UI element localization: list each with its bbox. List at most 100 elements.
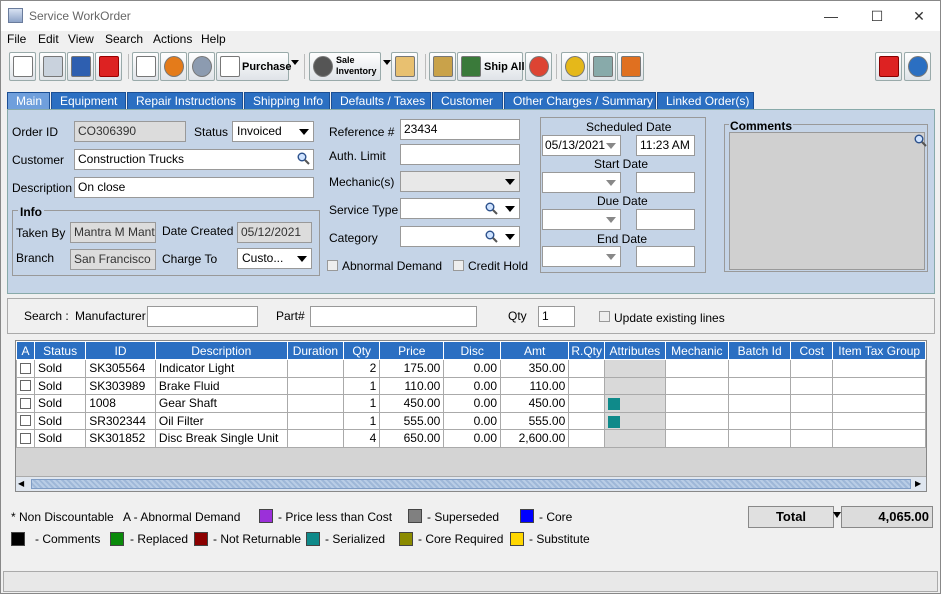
cell-duration[interactable] xyxy=(286,376,345,395)
cell-attr[interactable] xyxy=(604,376,666,395)
cell-mechanic[interactable] xyxy=(664,376,730,395)
ship-all-button[interactable]: Ship All xyxy=(457,52,525,81)
cell-batch[interactable] xyxy=(728,376,792,395)
sale-inventory-dropdown-arrow[interactable] xyxy=(383,60,391,65)
due-time-field[interactable] xyxy=(636,209,695,230)
print-button[interactable] xyxy=(39,52,66,81)
cell-batch[interactable] xyxy=(728,359,792,378)
help-button[interactable] xyxy=(904,52,931,81)
col-status[interactable]: Status xyxy=(33,341,87,360)
table-row[interactable]: Sold SR302344 Oil Filter 1 555.00 0.00 555.00 xyxy=(16,411,926,430)
cell-attr[interactable] xyxy=(604,429,666,448)
description-field[interactable]: On close xyxy=(74,177,314,198)
tab-shipping-info[interactable]: Shipping Info xyxy=(244,92,330,109)
cell-cost[interactable] xyxy=(790,359,834,378)
col-description[interactable]: Description xyxy=(154,341,288,360)
cell-status[interactable]: Sold xyxy=(33,429,87,448)
cell-attr[interactable] xyxy=(604,394,666,413)
charge-to-dropdown[interactable]: Custo... xyxy=(237,248,312,269)
cell-taxgroup[interactable] xyxy=(832,411,926,430)
cell-price[interactable]: 650.00 xyxy=(379,429,445,448)
cell-rqty[interactable] xyxy=(568,376,606,395)
menu-actions[interactable]: Actions xyxy=(153,32,192,46)
cell-rqty[interactable] xyxy=(568,411,606,430)
cell-id[interactable]: 1008 xyxy=(85,394,156,413)
cell-mechanic[interactable] xyxy=(664,394,730,413)
cell-status[interactable]: Sold xyxy=(33,359,87,378)
close-button[interactable]: ✕ xyxy=(896,1,941,31)
tab-other-charges-summary[interactable]: Other Charges / Summary xyxy=(504,92,656,109)
mechanics-dropdown[interactable] xyxy=(400,171,520,192)
row-checkbox[interactable] xyxy=(20,397,31,409)
credit-hold-checkbox[interactable] xyxy=(453,260,464,271)
tab-customer[interactable]: Customer xyxy=(432,92,503,109)
end-date-field[interactable] xyxy=(542,246,621,267)
total-dropdown-arrow[interactable] xyxy=(833,512,841,518)
search-icon[interactable] xyxy=(914,134,927,147)
cell-disc[interactable]: 0.00 xyxy=(443,359,501,378)
cell-qty[interactable]: 4 xyxy=(343,429,381,448)
cell-mechanic[interactable] xyxy=(664,411,730,430)
cell-cost[interactable] xyxy=(790,429,834,448)
end-time-field[interactable] xyxy=(636,246,695,267)
cell-duration[interactable] xyxy=(286,429,345,448)
scroll-left-icon[interactable]: ◀ xyxy=(18,479,28,489)
col-batch-id[interactable]: Batch Id xyxy=(728,341,792,360)
auth-limit-field[interactable] xyxy=(400,144,520,165)
cell-amt[interactable]: 2,600.00 xyxy=(499,429,570,448)
cell-chk[interactable] xyxy=(16,376,35,395)
cell-chk[interactable] xyxy=(16,429,35,448)
tab-equipment[interactable]: Equipment xyxy=(51,92,126,109)
table-row[interactable]: Sold SK301852 Disc Break Single Unit 4 650.0… xyxy=(16,429,926,448)
start-time-field[interactable] xyxy=(636,172,695,193)
col-price[interactable]: Price xyxy=(379,341,445,360)
reference-field[interactable]: 23434 xyxy=(400,119,520,140)
notes-button[interactable] xyxy=(132,52,159,81)
cell-amt[interactable]: 450.00 xyxy=(499,394,570,413)
exit-button[interactable] xyxy=(875,52,902,81)
cell-description[interactable]: Oil Filter xyxy=(154,411,288,430)
manufacturer-input[interactable] xyxy=(147,306,258,327)
cell-cost[interactable] xyxy=(790,394,834,413)
cell-attr[interactable] xyxy=(604,359,666,378)
row-checkbox[interactable] xyxy=(20,415,31,427)
search-icon[interactable] xyxy=(485,230,498,243)
cell-batch[interactable] xyxy=(728,411,792,430)
cell-price[interactable]: 175.00 xyxy=(379,359,445,378)
cell-mechanic[interactable] xyxy=(664,359,730,378)
cell-amt[interactable]: 110.00 xyxy=(499,376,570,395)
scheduled-time-field[interactable]: 11:23 AM xyxy=(636,135,695,156)
cell-disc[interactable]: 0.00 xyxy=(443,429,501,448)
cell-chk[interactable] xyxy=(16,359,35,378)
menu-edit[interactable]: Edit xyxy=(38,32,59,46)
new-button[interactable] xyxy=(9,52,36,81)
row-checkbox[interactable] xyxy=(20,432,31,444)
menu-search[interactable]: Search xyxy=(105,32,143,46)
cell-duration[interactable] xyxy=(286,359,345,378)
cell-price[interactable]: 555.00 xyxy=(379,411,445,430)
tab-repair-instructions[interactable]: Repair Instructions xyxy=(127,92,243,109)
remove-tool-button[interactable] xyxy=(617,52,644,81)
cell-chk[interactable] xyxy=(16,411,35,430)
col-item-tax-group[interactable]: Item Tax Group xyxy=(832,341,926,360)
cell-amt[interactable]: 350.00 xyxy=(499,359,570,378)
cell-id[interactable]: SK301852 xyxy=(85,429,156,448)
cell-cost[interactable] xyxy=(790,376,834,395)
col-rqty[interactable]: R.Qty xyxy=(568,341,606,360)
start-date-field[interactable] xyxy=(542,172,621,193)
cell-taxgroup[interactable] xyxy=(832,359,926,378)
status-dropdown[interactable]: Invoiced xyxy=(232,121,314,142)
cell-qty[interactable]: 1 xyxy=(343,394,381,413)
cell-duration[interactable] xyxy=(286,394,345,413)
cell-id[interactable]: SR302344 xyxy=(85,411,156,430)
cell-description[interactable]: Disc Break Single Unit xyxy=(154,429,288,448)
col-amt[interactable]: Amt xyxy=(499,341,570,360)
refresh-button[interactable] xyxy=(160,52,187,81)
cell-duration[interactable] xyxy=(286,411,345,430)
cell-taxgroup[interactable] xyxy=(832,394,926,413)
ship-button[interactable] xyxy=(429,52,456,81)
due-date-field[interactable] xyxy=(542,209,621,230)
cell-mechanic[interactable] xyxy=(664,429,730,448)
cell-attr[interactable] xyxy=(604,411,666,430)
cell-description[interactable]: Gear Shaft xyxy=(154,394,288,413)
